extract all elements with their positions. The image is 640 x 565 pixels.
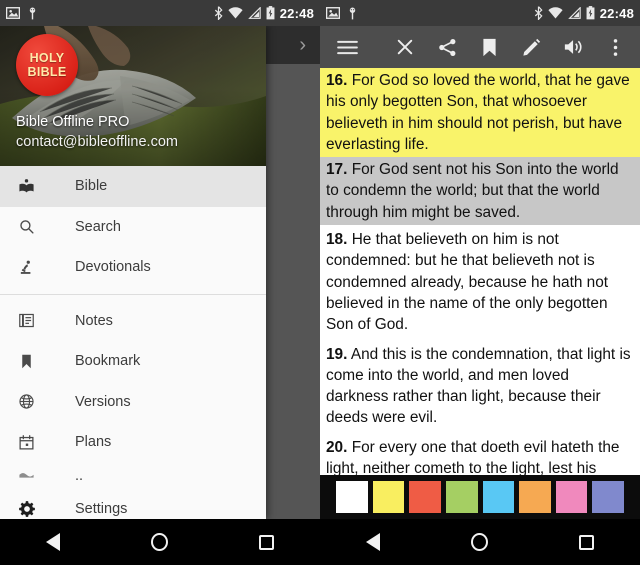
left-screen: › ne gave er ut have world orld t is not… <box>0 0 320 565</box>
sidebar-item-plans[interactable]: Plans <box>0 422 266 463</box>
bookmark-icon <box>18 353 42 370</box>
sidebar-item-settings[interactable]: Settings <box>0 489 266 520</box>
color-swatch-red[interactable] <box>409 481 441 513</box>
bluetooth-icon <box>534 6 543 20</box>
avatar[interactable]: HOLY BIBLE <box>16 34 78 96</box>
right-screen: 16. For God so loved the world, that he … <box>320 0 640 565</box>
color-swatch-green[interactable] <box>445 481 478 513</box>
account-name: Bible Offline PRO <box>16 114 130 130</box>
close-icon[interactable] <box>394 36 416 58</box>
status-bar: 22:48 <box>0 0 320 26</box>
verse-row[interactable]: 18. He that believeth on him is not cond… <box>320 225 640 340</box>
highlight-color-palette <box>320 475 640 519</box>
image-icon <box>6 7 20 19</box>
verse-number: 17. <box>326 161 348 179</box>
status-bar-system-icons: 22:48 <box>214 6 314 21</box>
battery-icon <box>586 6 595 20</box>
avatar-line-1: HOLY <box>29 51 65 65</box>
drawer-header: HOLY BIBLE Bible Offline PRO contact@bib… <box>0 26 266 166</box>
drawer-divider <box>0 293 266 295</box>
status-bar-system-icons: 22:48 <box>534 6 634 21</box>
home-button[interactable] <box>150 533 168 551</box>
android-nav-bar <box>0 519 320 565</box>
sidebar-item-label: Plans <box>75 434 112 451</box>
speaker-icon[interactable] <box>562 36 584 58</box>
wifi-icon <box>548 7 563 19</box>
drawer-item-list: Bible Search Devotionals Notes Bookmark … <box>0 166 266 519</box>
sidebar-item-label: Bookmark <box>75 353 141 370</box>
dual-screenshot: › ne gave er ut have world orld t is not… <box>0 0 640 565</box>
image-icon <box>326 7 340 19</box>
account-email: contact@bibleoffline.com <box>16 134 178 150</box>
color-swatch-white[interactable] <box>336 481 368 513</box>
signal-icon <box>567 7 581 19</box>
wifi-icon <box>228 7 243 19</box>
sidebar-item-label: Bible <box>75 178 108 195</box>
verse-row[interactable]: 19. And this is the condemnation, that l… <box>320 339 640 433</box>
sidebar-item-label: Versions <box>75 393 131 410</box>
verse-number: 20. <box>326 438 348 456</box>
notes-icon <box>18 312 42 329</box>
calendar-icon <box>18 434 42 451</box>
recents-button[interactable] <box>259 534 275 550</box>
bookmark-icon[interactable] <box>478 36 500 58</box>
sidebar-item-label: Notes <box>75 312 113 329</box>
android-nav-bar <box>320 519 640 565</box>
sidebar-item-search[interactable]: Search <box>0 207 266 248</box>
verse-row[interactable]: 16. For God so loved the world, that he … <box>320 68 640 158</box>
verse-number: 16. <box>326 72 348 89</box>
verse-text: For God so loved the world, that he gave… <box>326 72 630 153</box>
open-book-icon <box>18 178 42 195</box>
navigation-drawer: HOLY BIBLE Bible Offline PRO contact@bib… <box>0 26 266 519</box>
status-bar-notifications <box>6 7 38 20</box>
color-swatch-yellow[interactable] <box>372 481 405 513</box>
sidebar-item-bible[interactable]: Bible <box>0 166 266 207</box>
bible-verse-list: 16. For God so loved the world, that he … <box>320 68 640 519</box>
verse-row[interactable]: 17. For God sent not his Son into the wo… <box>320 157 640 226</box>
android-debug-icon <box>349 7 356 19</box>
color-swatch-pink[interactable] <box>555 481 588 513</box>
android-debug-icon <box>29 7 36 19</box>
verse-number: 18. <box>326 231 348 249</box>
sidebar-item-devotionals[interactable]: Devotionals <box>0 247 266 288</box>
sidebar-item-label: Search <box>75 218 121 235</box>
signal-icon <box>247 7 261 19</box>
sidebar-item-label: .. <box>75 467 84 484</box>
sidebar-item-versions[interactable]: Versions <box>0 382 266 423</box>
color-swatch-orange[interactable] <box>519 481 551 513</box>
sidebar-item-label: Devotionals <box>75 259 151 276</box>
search-icon <box>18 218 42 235</box>
recents-button[interactable] <box>579 534 595 550</box>
sidebar-item-partial[interactable]: .. <box>0 463 266 489</box>
bluetooth-icon <box>214 6 223 20</box>
cut-off-icon <box>18 471 42 480</box>
color-swatch-purple[interactable] <box>592 481 624 513</box>
gear-icon <box>18 500 42 518</box>
status-bar-clock: 22:48 <box>599 5 634 21</box>
color-swatch-blue[interactable] <box>482 481 515 513</box>
edit-icon[interactable] <box>520 36 542 58</box>
verse-number: 19. <box>326 345 348 363</box>
action-buttons <box>394 36 640 58</box>
share-icon[interactable] <box>436 36 458 58</box>
battery-icon <box>266 6 275 20</box>
globe-icon <box>18 393 42 410</box>
back-button[interactable] <box>45 533 60 551</box>
back-button[interactable] <box>365 533 380 551</box>
praying-person-icon <box>18 259 42 276</box>
sidebar-item-bookmark[interactable]: Bookmark <box>0 341 266 382</box>
verse-text: And this is the condemnation, that light… <box>326 345 631 427</box>
verse-text: He that believeth on him is not condemne… <box>326 231 609 334</box>
overflow-menu-icon[interactable] <box>604 36 626 58</box>
status-bar: 22:48 <box>320 0 640 26</box>
sidebar-item-label: Settings <box>75 500 128 517</box>
status-bar-notifications <box>326 7 358 20</box>
sidebar-item-notes[interactable]: Notes <box>0 301 266 342</box>
contextual-action-bar <box>320 26 640 68</box>
status-bar-clock: 22:48 <box>279 5 314 21</box>
home-button[interactable] <box>470 533 488 551</box>
menu-icon[interactable] <box>336 36 358 58</box>
verse-text: For God sent not his Son into the world … <box>326 161 619 221</box>
avatar-line-2: BIBLE <box>27 65 67 79</box>
